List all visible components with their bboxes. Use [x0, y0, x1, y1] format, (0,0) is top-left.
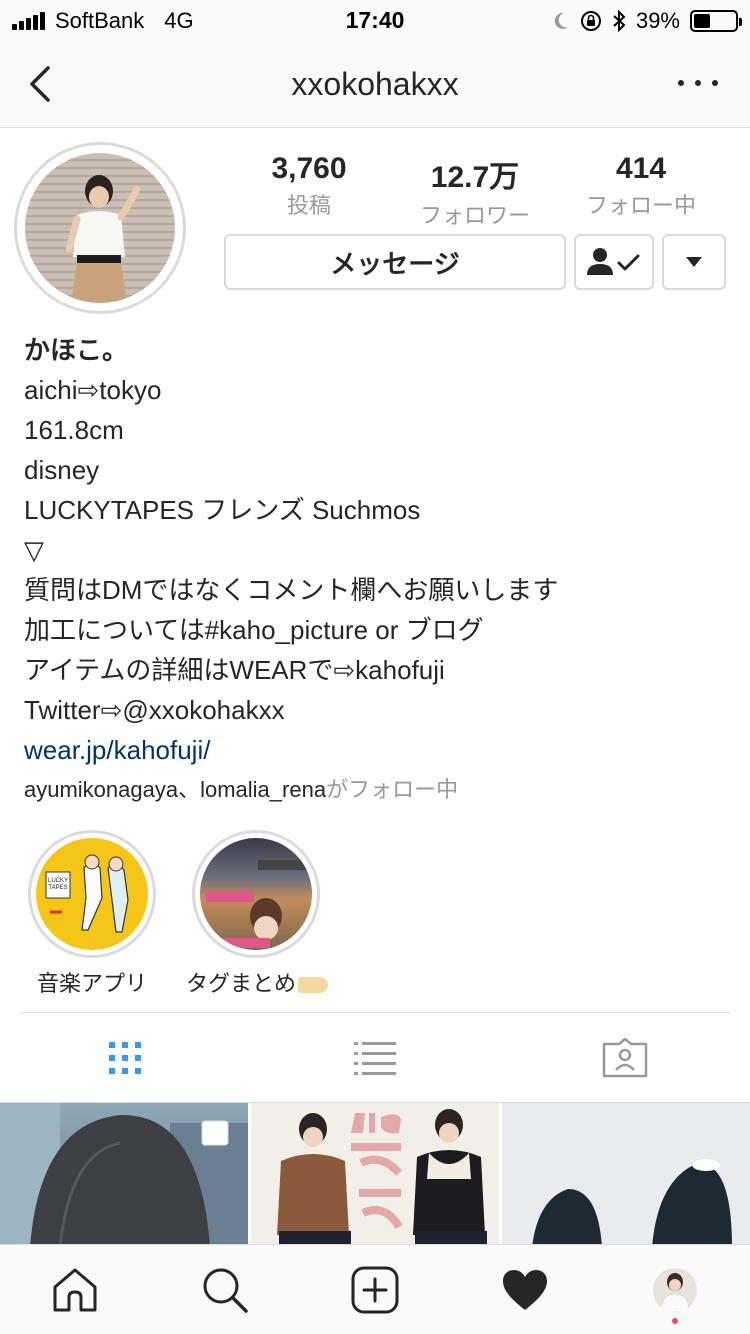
notification-dot	[672, 1318, 678, 1324]
rotation-lock-icon	[580, 11, 601, 31]
posts-label: 投稿	[286, 193, 331, 218]
status-right: 39%	[552, 8, 742, 34]
followers-label: フォロワー	[419, 203, 530, 228]
svg-text:LUCKY: LUCKY	[48, 878, 68, 884]
profile-action-buttons: メッセージ	[224, 234, 726, 290]
search-tab[interactable]	[200, 1265, 250, 1315]
followers-count: 12.7万	[430, 161, 520, 194]
display-name: かほこ。	[24, 335, 129, 365]
stat-posts[interactable]: 3,760 投稿	[226, 152, 392, 230]
navigation-bar: xxokohakxx	[0, 40, 750, 128]
following-person-check-icon	[587, 248, 640, 275]
svg-text:TAPES: TAPES	[48, 885, 67, 891]
highlight-cover-image	[200, 838, 312, 950]
story-highlight[interactable]: LUCKY TAPES 音楽アプリ	[28, 830, 156, 998]
following-count: 414	[615, 152, 667, 185]
battery-icon	[690, 10, 742, 32]
bottom-tab-bar	[0, 1244, 750, 1334]
tagged-icon	[602, 1038, 648, 1078]
followed-by-row[interactable]: ayumikonagaya、lomalia_renaがフォロー中	[24, 772, 458, 804]
status-bar: SoftBank 4G 17:40 39%	[0, 0, 750, 40]
profile-photo	[25, 153, 175, 303]
following-button[interactable]	[574, 234, 654, 290]
bio-line: 161.8cm	[24, 415, 124, 445]
followed-by-suffix: がフォロー中	[326, 777, 459, 802]
bio-line: 質問はDMではなくコメント欄へお願いします	[24, 575, 559, 605]
moon-icon	[554, 12, 568, 29]
tagged-photos-tab[interactable]	[600, 1036, 650, 1080]
post-thumbnail[interactable]	[0, 1103, 248, 1247]
highlight-cover-image: LUCKY TAPES	[36, 838, 148, 950]
battery-level-fill	[694, 14, 710, 28]
bio-line: disney	[24, 455, 100, 485]
bio-line: ▽	[24, 535, 44, 565]
posts-count: 3,760	[271, 152, 347, 185]
battery-percent: 39%	[635, 8, 680, 33]
profile-stats: 3,760 投稿 12.7万 フォロワー 414 フォロー中	[226, 152, 726, 230]
profile-username-title: xxokohakxx	[291, 66, 459, 102]
posts-grid	[0, 1102, 750, 1247]
search-icon	[203, 1268, 248, 1313]
highlight-cover-ring: LUCKY TAPES	[28, 830, 156, 958]
followed-by-names: ayumikonagaya、lomalia_rena	[24, 777, 327, 802]
highlight-label-text: タグまとめ	[185, 971, 296, 996]
profile-bio: かほこ。 aichi⇨tokyo 161.8cm disney LUCKYTAP…	[24, 330, 724, 770]
activity-heart-icon	[503, 1270, 547, 1310]
activity-tab[interactable]	[500, 1265, 550, 1315]
stat-following[interactable]: 414 フォロー中	[558, 152, 724, 230]
grid-view-tab[interactable]	[100, 1036, 150, 1080]
home-icon	[53, 1268, 97, 1312]
highlight-label: タグまとめ	[172, 966, 342, 998]
profile-avatar-icon	[653, 1268, 697, 1312]
list-view-tab[interactable]	[350, 1036, 400, 1080]
list-icon	[354, 1042, 396, 1075]
new-post-tab[interactable]	[350, 1265, 400, 1315]
bio-website-link[interactable]: wear.jp/kahofuji/	[24, 730, 724, 770]
section-divider	[20, 1012, 730, 1013]
bio-line: aichi⇨tokyo	[24, 375, 162, 405]
following-label: フォロー中	[585, 193, 696, 218]
post-thumbnail[interactable]	[251, 1103, 499, 1247]
bluetooth-icon	[613, 10, 626, 32]
bio-line: LUCKYTAPES フレンズ Suchmos	[24, 495, 421, 525]
story-highlight[interactable]: タグまとめ	[186, 830, 328, 998]
dropdown-triangle-icon	[686, 257, 702, 267]
bio-line: Twitter⇨@xxokohakxx	[24, 695, 285, 725]
profile-tab[interactable]	[650, 1265, 700, 1315]
suggestions-dropdown-button[interactable]	[662, 234, 726, 290]
message-button[interactable]: メッセージ	[224, 234, 566, 290]
bio-line: アイテムの詳細はWEARで⇨kahofuji	[24, 655, 445, 685]
stat-followers[interactable]: 12.7万 フォロワー	[392, 152, 558, 230]
more-dots-icon[interactable]	[678, 68, 718, 98]
grid-icon	[109, 1042, 141, 1074]
bio-line: 加工については#kaho_picture or ブログ	[24, 615, 484, 645]
highlight-cover-ring	[192, 830, 320, 958]
add-post-icon	[351, 1266, 399, 1314]
profile-avatar[interactable]	[14, 142, 186, 314]
post-thumbnail[interactable]	[502, 1103, 750, 1247]
highlight-label: 音楽アプリ	[36, 971, 147, 996]
tag-emoji-icon	[298, 977, 328, 994]
home-tab[interactable]	[50, 1265, 100, 1315]
